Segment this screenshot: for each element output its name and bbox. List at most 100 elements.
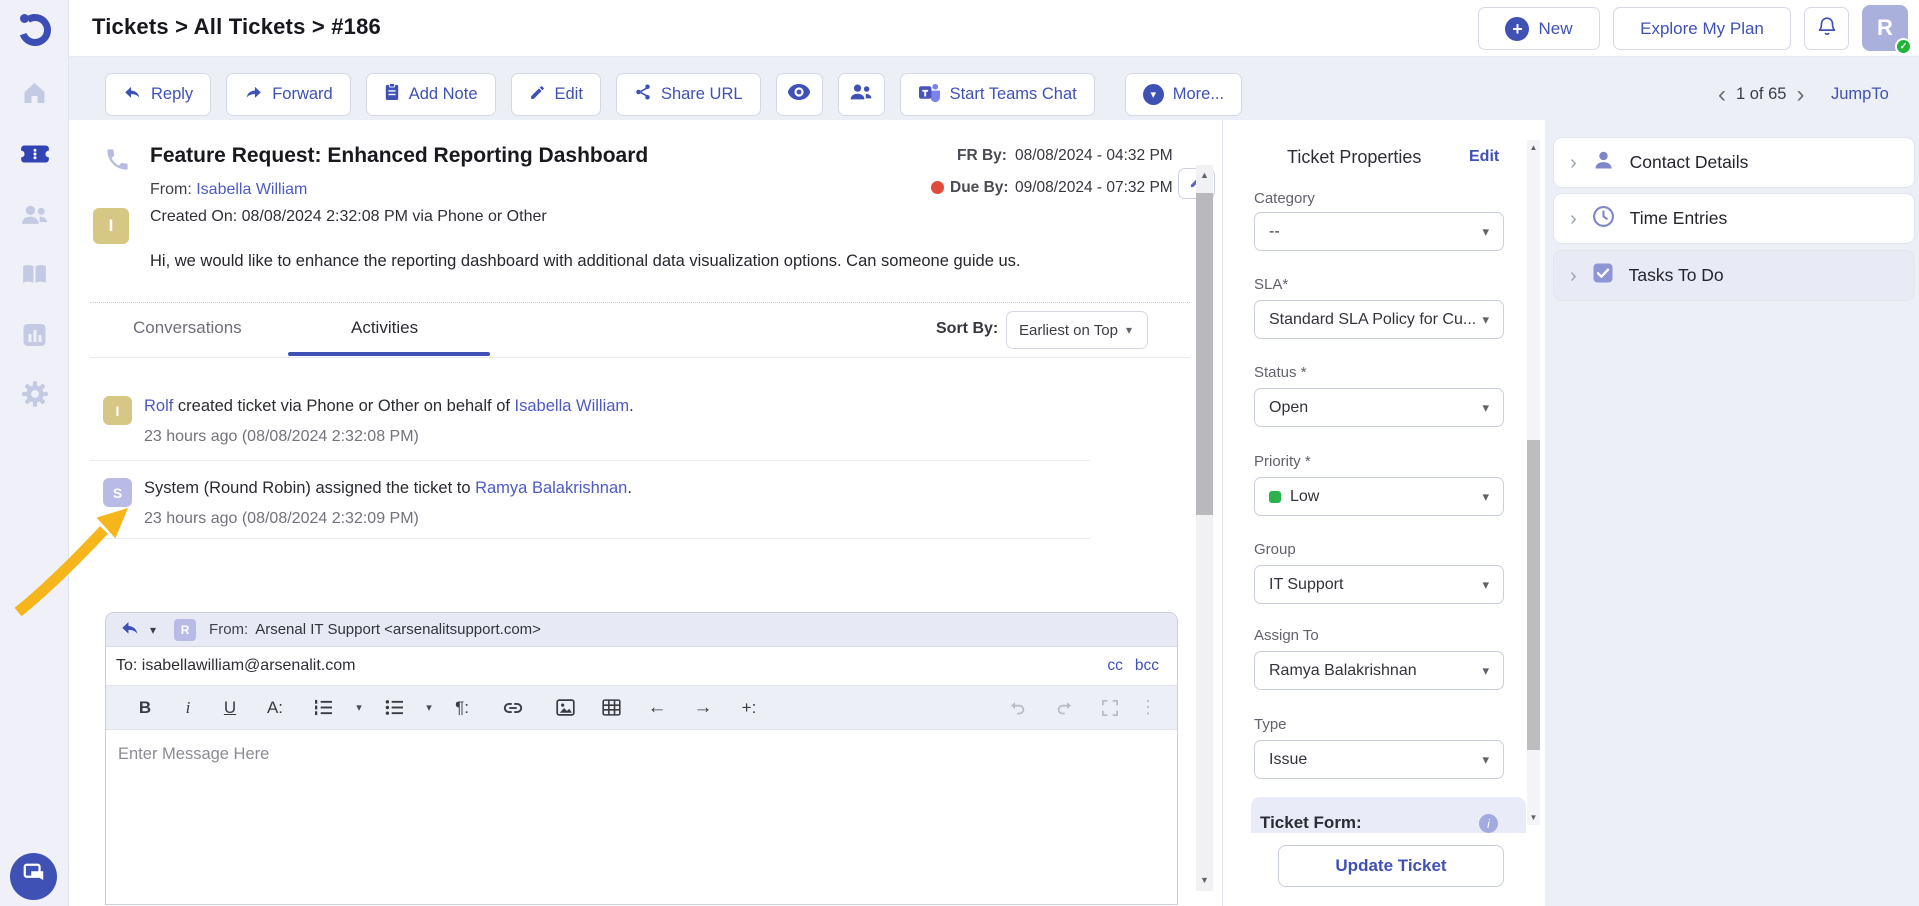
fullscreen-icon[interactable] xyxy=(1087,700,1133,716)
live-chat-button[interactable] xyxy=(10,853,57,900)
pagination-count: 1 of 65 xyxy=(1736,85,1786,104)
watch-button[interactable] xyxy=(776,73,823,116)
ticket-form-title: Ticket Form: xyxy=(1260,813,1362,833)
bcc-link[interactable]: bcc xyxy=(1135,657,1159,675)
type-select[interactable]: Issue ▾ xyxy=(1254,740,1504,779)
numbered-list-icon[interactable] xyxy=(298,699,348,716)
category-select[interactable]: -- ▾ xyxy=(1254,212,1504,251)
agent-link[interactable]: Ramya Balakrishnan xyxy=(475,479,627,497)
left-sidebar xyxy=(0,0,69,906)
scroll-up-icon[interactable]: ▲ xyxy=(1196,170,1213,180)
update-ticket-button[interactable]: Update Ticket xyxy=(1278,845,1504,887)
nav-knowledge-base-icon[interactable] xyxy=(0,262,69,287)
user-avatar[interactable]: R ✓ xyxy=(1862,5,1908,51)
panel-label: Contact Details xyxy=(1630,152,1749,173)
italic-icon[interactable]: i xyxy=(168,698,208,718)
main-scrollbar[interactable]: ▲ ▼ xyxy=(1196,165,1213,891)
properties-scrollbar[interactable]: ▲ ▼ xyxy=(1527,140,1540,825)
sla-value: Standard SLA Policy for Cu... xyxy=(1269,311,1476,329)
assign-to-select[interactable]: Ramya Balakrishnan ▾ xyxy=(1254,651,1504,690)
scroll-up-icon[interactable]: ▲ xyxy=(1527,143,1540,152)
insert-image-icon[interactable] xyxy=(542,699,588,716)
to-field[interactable]: To: isabellawilliam@arsenalit.com xyxy=(116,657,355,675)
teams-icon xyxy=(918,82,941,108)
explore-label: Explore My Plan xyxy=(1640,19,1764,39)
tab-activities[interactable]: Activities xyxy=(351,318,418,338)
status-select[interactable]: Open ▾ xyxy=(1254,388,1504,427)
priority-select[interactable]: Low ▾ xyxy=(1254,477,1504,516)
reply-button[interactable]: Reply xyxy=(105,73,211,116)
prev-ticket-icon[interactable]: ‹ xyxy=(1718,83,1726,107)
due-by-value: 09/08/2024 - 07:32 PM xyxy=(1015,179,1173,197)
nav-reports-icon[interactable] xyxy=(0,322,69,348)
underline-icon[interactable]: U xyxy=(208,698,252,718)
reply-icon[interactable] xyxy=(120,619,140,641)
font-options-icon[interactable]: A: xyxy=(252,698,298,718)
group-select[interactable]: IT Support ▾ xyxy=(1254,565,1504,604)
message-editor[interactable]: Enter Message Here xyxy=(106,730,1177,779)
more-tools-icon[interactable]: +: xyxy=(726,698,772,718)
redo-icon[interactable] xyxy=(1041,700,1087,715)
share-url-button[interactable]: Share URL xyxy=(616,73,761,116)
bold-icon[interactable]: B xyxy=(122,698,168,718)
notifications-button[interactable] xyxy=(1804,7,1849,50)
jump-to-link[interactable]: JumpTo xyxy=(1831,73,1889,116)
tab-conversations[interactable]: Conversations xyxy=(133,318,242,338)
contact-details-panel[interactable]: › Contact Details xyxy=(1553,137,1915,188)
activity-divider xyxy=(90,460,1090,461)
info-icon: i xyxy=(1479,814,1498,833)
paragraph-format-icon[interactable]: ¶: xyxy=(440,698,484,718)
nav-home-icon[interactable] xyxy=(0,80,69,106)
field-label: Priority * xyxy=(1254,453,1311,470)
scroll-down-icon[interactable]: ▼ xyxy=(1196,875,1213,885)
activity-text: Rolf created ticket via Phone or Other o… xyxy=(144,397,634,416)
undo-icon[interactable] xyxy=(995,700,1041,715)
contact-link[interactable]: Isabella William xyxy=(515,397,630,415)
edit-button[interactable]: Edit xyxy=(511,73,601,116)
main-scrollbar-thumb[interactable] xyxy=(1196,193,1213,515)
properties-edit-link[interactable]: Edit xyxy=(1469,148,1499,166)
sender-avatar: R xyxy=(174,619,196,641)
collaborators-button[interactable] xyxy=(838,73,885,116)
composer-header: ▾ R From: Arsenal IT Support <arsenalits… xyxy=(106,613,1177,647)
next-ticket-icon[interactable]: › xyxy=(1796,83,1804,107)
field-label: Type xyxy=(1254,716,1287,733)
nav-settings-icon[interactable] xyxy=(0,380,69,408)
bullet-list-caret-icon[interactable]: ▾ xyxy=(418,701,440,714)
nav-contacts-icon[interactable] xyxy=(0,202,69,227)
expand-chevron-icon: › xyxy=(1570,266,1577,286)
tasks-to-do-panel[interactable]: › Tasks To Do xyxy=(1553,250,1915,301)
sort-order-dropdown[interactable]: Earliest on Top ▾ xyxy=(1006,311,1148,349)
agent-link[interactable]: Rolf xyxy=(144,397,173,415)
ticket-toolbar: Reply Forward Add Note Edit xyxy=(69,57,1919,120)
time-entries-panel[interactable]: › Time Entries xyxy=(1553,193,1915,244)
new-button-label: New xyxy=(1538,19,1572,39)
group-value: IT Support xyxy=(1269,576,1343,594)
status-value: Open xyxy=(1269,399,1308,417)
more-button[interactable]: ▾ More... xyxy=(1125,73,1242,116)
explore-my-plan-button[interactable]: Explore My Plan xyxy=(1613,7,1791,50)
top-header: Tickets > All Tickets > #186 + New Explo… xyxy=(69,0,1919,57)
start-teams-chat-button[interactable]: Start Teams Chat xyxy=(900,73,1095,116)
sla-select[interactable]: Standard SLA Policy for Cu... ▾ xyxy=(1254,300,1504,339)
reply-type-caret-icon[interactable]: ▾ xyxy=(150,623,156,637)
bullet-list-icon[interactable] xyxy=(370,699,418,716)
insert-table-icon[interactable] xyxy=(588,699,634,716)
cc-link[interactable]: cc xyxy=(1107,657,1123,675)
outdent-icon[interactable]: ← xyxy=(634,697,680,719)
nav-tickets-icon[interactable] xyxy=(0,140,69,168)
breadcrumb: Tickets > All Tickets > #186 xyxy=(92,14,381,40)
numbered-list-caret-icon[interactable]: ▾ xyxy=(348,701,370,714)
app-logo[interactable] xyxy=(14,8,54,53)
editor-more-icon[interactable]: ⋮ xyxy=(1133,697,1163,718)
new-button[interactable]: + New xyxy=(1478,7,1600,50)
forward-button[interactable]: Forward xyxy=(226,73,351,116)
caret-down-icon: ▾ xyxy=(1126,323,1132,337)
requester-link[interactable]: Isabella William xyxy=(196,181,307,198)
online-status-badge: ✓ xyxy=(1895,38,1912,55)
properties-scrollbar-thumb[interactable] xyxy=(1527,440,1540,750)
insert-link-icon[interactable] xyxy=(484,701,542,715)
indent-icon[interactable]: → xyxy=(680,697,726,719)
scroll-down-icon[interactable]: ▼ xyxy=(1527,813,1540,822)
add-note-button[interactable]: Add Note xyxy=(366,73,496,116)
